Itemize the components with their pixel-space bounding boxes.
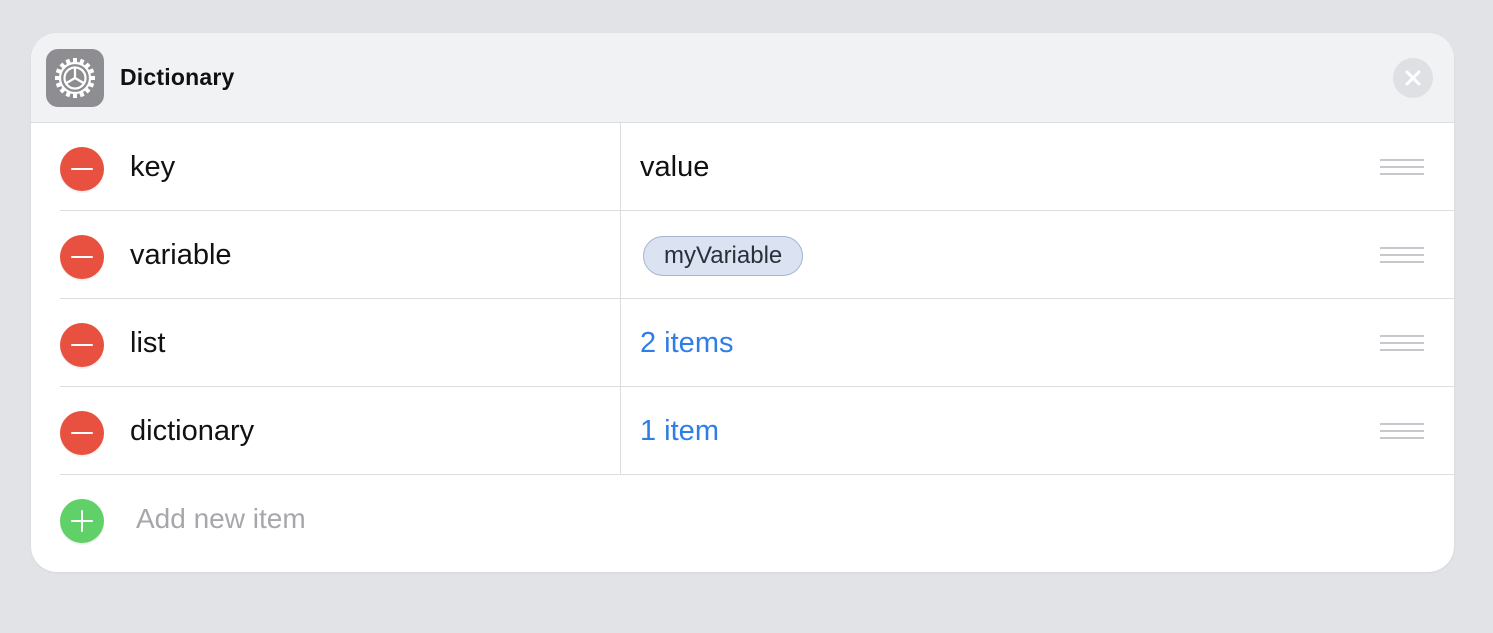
reorder-handle-icon[interactable] — [1380, 335, 1424, 351]
close-icon — [1405, 70, 1421, 86]
column-divider — [620, 123, 621, 211]
gear-icon — [46, 49, 104, 107]
add-item-button[interactable] — [60, 499, 104, 543]
variable-token[interactable]: myVariable — [643, 236, 804, 276]
item-key-field[interactable]: dictionary — [130, 415, 254, 448]
delete-item-button[interactable] — [60, 235, 104, 279]
dictionary-items-link[interactable]: 1 item — [640, 415, 719, 448]
dictionary-row: dictionary 1 item — [31, 387, 1454, 475]
column-divider — [620, 387, 621, 475]
item-value-field[interactable]: value — [640, 151, 709, 184]
reorder-handle-icon[interactable] — [1380, 423, 1424, 439]
reorder-handle-icon[interactable] — [1380, 159, 1424, 175]
column-divider — [620, 211, 621, 299]
dictionary-row: list 2 items — [31, 299, 1454, 387]
item-key-field[interactable]: variable — [130, 239, 232, 272]
delete-item-button[interactable] — [60, 147, 104, 191]
column-divider — [620, 299, 621, 387]
card-header: Dictionary — [31, 33, 1454, 123]
list-items-link[interactable]: 2 items — [640, 327, 733, 360]
close-button[interactable] — [1393, 58, 1433, 98]
add-new-item-row[interactable]: Add new item — [31, 475, 1454, 563]
action-title: Dictionary — [120, 64, 235, 90]
item-key-field[interactable]: list — [130, 327, 165, 360]
add-new-item-label: Add new item — [136, 503, 306, 534]
delete-item-button[interactable] — [60, 323, 104, 367]
dictionary-row: variable myVariable — [31, 211, 1454, 299]
dictionary-items-list: key value variable myVariable list 2 ite… — [31, 123, 1454, 563]
item-key-field[interactable]: key — [130, 151, 175, 184]
delete-item-button[interactable] — [60, 411, 104, 455]
dictionary-row: key value — [31, 123, 1454, 211]
dictionary-action-card: Dictionary key value variable myVariable — [31, 33, 1454, 572]
reorder-handle-icon[interactable] — [1380, 247, 1424, 263]
